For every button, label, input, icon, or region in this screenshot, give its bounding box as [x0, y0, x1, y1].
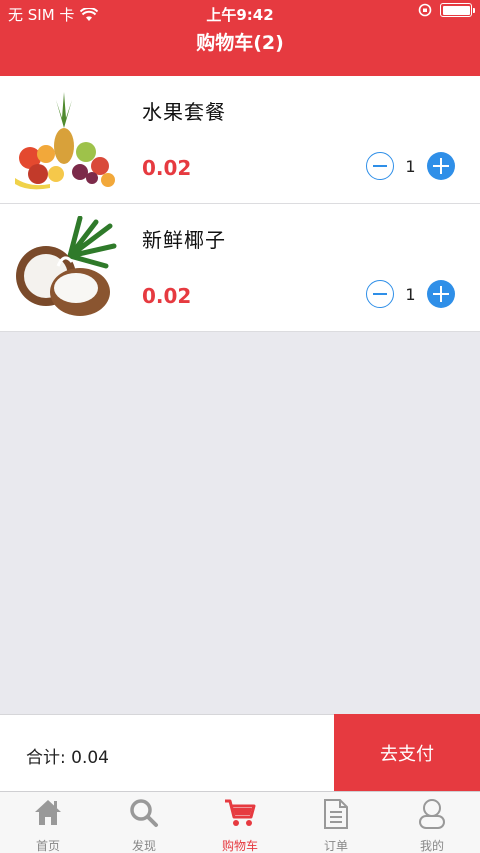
tab-label: 首页: [35, 839, 60, 853]
product-price: 0.02: [142, 156, 192, 180]
status-bar: 无 SIM 卡 上午9:42: [0, 0, 480, 26]
fruit-platter-image: [15, 92, 115, 190]
user-icon: [419, 799, 445, 829]
status-time: 上午9:42: [206, 6, 274, 24]
tab-profile[interactable]: 我的: [384, 792, 480, 853]
decrease-quantity-button[interactable]: [366, 280, 394, 308]
tab-bar: 首页 发现 购物车 订单 我的: [0, 791, 480, 853]
pay-button[interactable]: 去支付: [334, 714, 480, 792]
page-title: 购物车(2): [196, 32, 284, 54]
document-icon: [324, 799, 348, 829]
tab-label: 订单: [323, 839, 348, 853]
battery-icon: [440, 3, 475, 17]
quantity-value: 1: [405, 157, 416, 176]
tab-label: 我的: [419, 839, 444, 853]
quantity-stepper: 1: [366, 280, 456, 310]
cart-item: 水果套餐 0.02 1: [0, 76, 480, 204]
quantity-value: 1: [405, 285, 416, 304]
cart-icon: [225, 799, 256, 826]
product-price: 0.02: [142, 284, 192, 308]
product-name: 水果套餐: [142, 100, 226, 124]
tab-label: 发现: [131, 839, 156, 853]
quantity-stepper: 1: [366, 152, 456, 182]
checkout-bar: 合计: 0.04 去支付: [0, 714, 480, 792]
cart-list: 水果套餐 0.02 1 新鲜椰子 0.02 1: [0, 76, 480, 332]
tab-label: 购物车: [221, 839, 258, 853]
tab-orders[interactable]: 订单: [288, 792, 384, 853]
tab-home[interactable]: 首页: [0, 792, 96, 853]
increase-quantity-button[interactable]: [427, 280, 455, 308]
coconut-image: [16, 216, 117, 316]
home-icon: [35, 800, 61, 825]
rotation-lock-icon: [418, 3, 432, 17]
search-icon: [130, 799, 158, 827]
cart-item: 新鲜椰子 0.02 1: [0, 204, 480, 332]
product-name: 新鲜椰子: [142, 228, 226, 252]
tab-cart[interactable]: 购物车: [192, 792, 288, 853]
increase-quantity-button[interactable]: [427, 152, 455, 180]
tab-discover[interactable]: 发现: [96, 792, 192, 853]
total-amount: 合计: 0.04: [26, 748, 109, 768]
header: 无 SIM 卡 上午9:42 购物车(2): [0, 0, 480, 76]
decrease-quantity-button[interactable]: [366, 152, 394, 180]
